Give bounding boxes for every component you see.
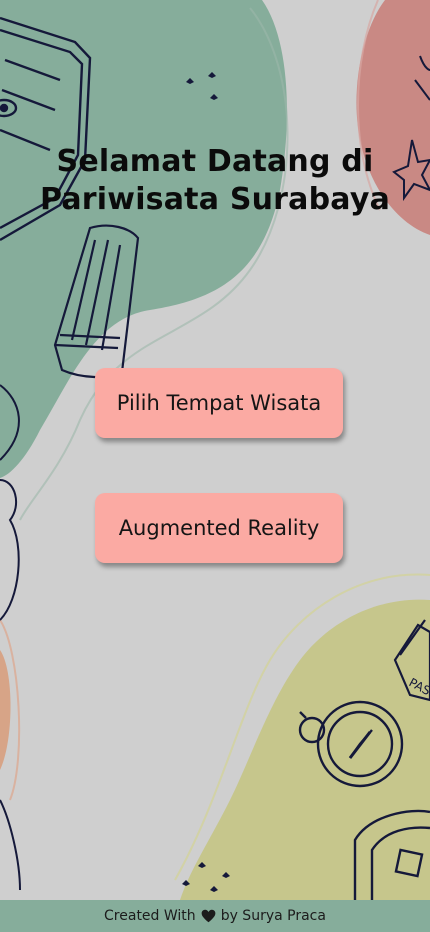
footer-author: by Surya Praca	[220, 908, 326, 924]
augmented-reality-button[interactable]: Augmented Reality	[95, 493, 343, 563]
footer: Created With by Surya Praca	[0, 900, 430, 932]
title-line-1: Selamat Datang di	[56, 144, 374, 179]
footer-created-with: Created With	[104, 908, 196, 924]
decorative-background: PAS	[0, 0, 430, 900]
page-title: Selamat Datang di Pariwisata Surabaya	[0, 143, 430, 219]
title-line-2: Pariwisata Surabaya	[39, 182, 391, 217]
pick-tourist-place-button[interactable]: Pilih Tempat Wisata	[95, 368, 343, 438]
heart-icon	[201, 909, 216, 923]
